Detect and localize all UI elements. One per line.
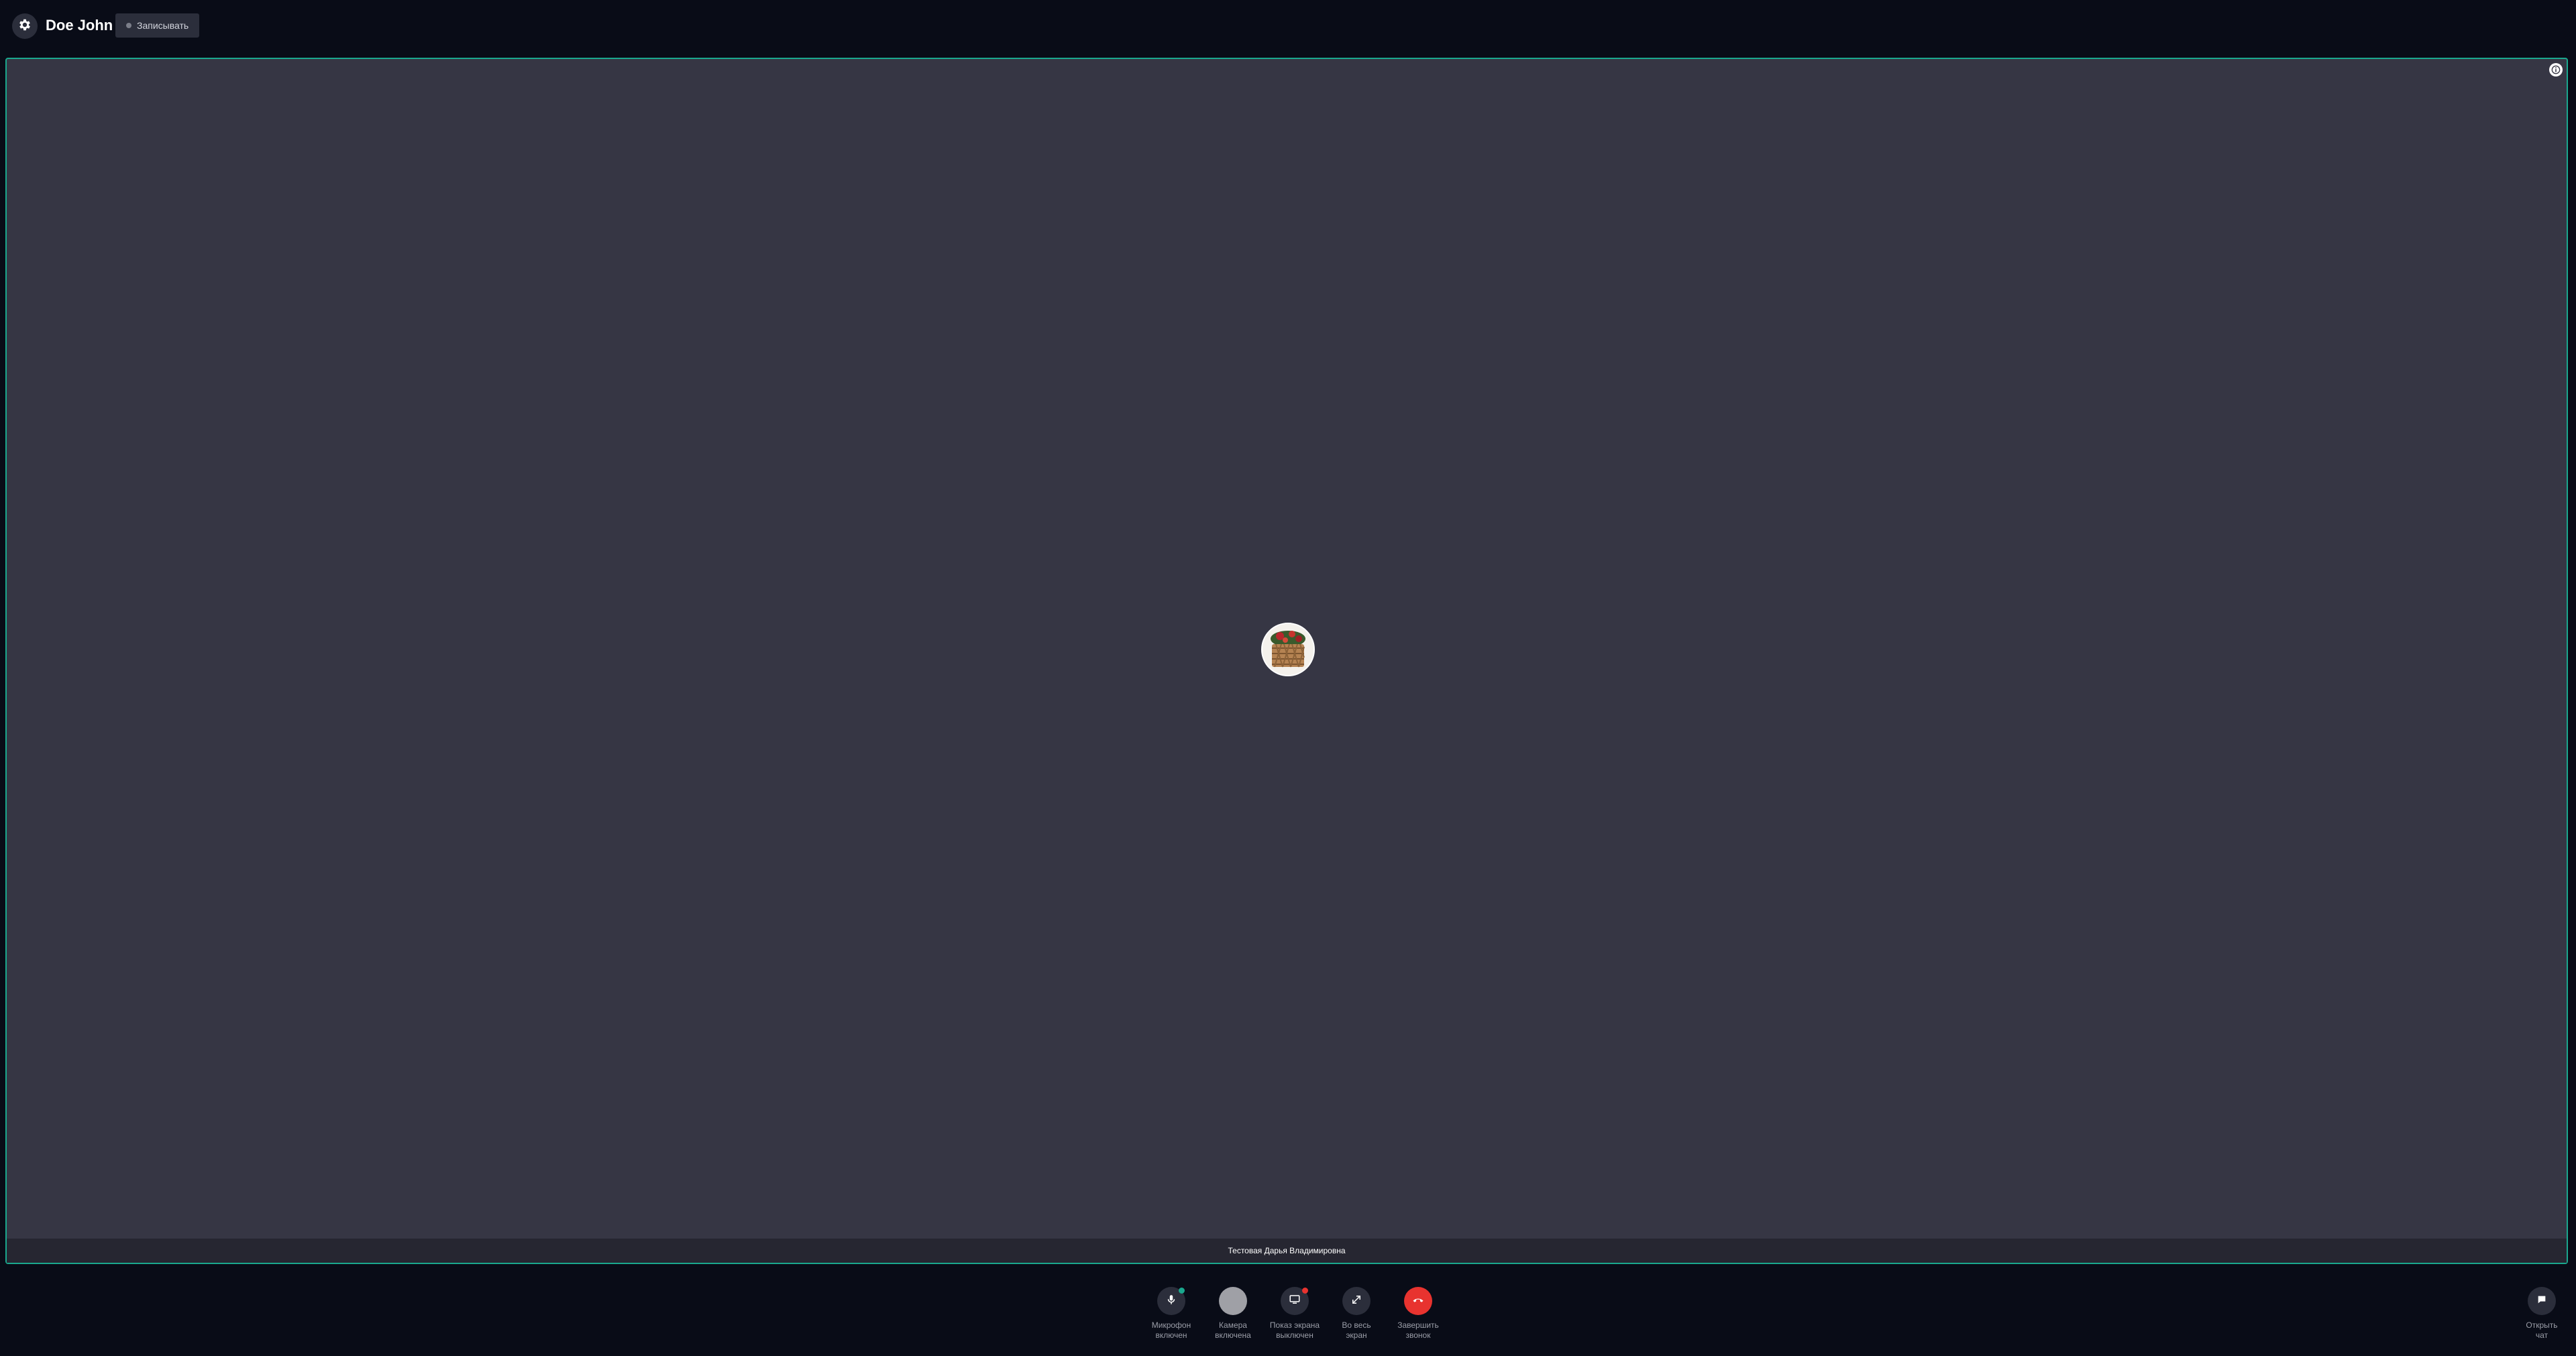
fullscreen-control: Во весь экран [1326, 1287, 1387, 1341]
open-chat-label-line1: Открыть [2526, 1320, 2558, 1330]
top-bar: Doe John Записывать [0, 0, 2576, 54]
mic-label-line1: Микрофон [1151, 1320, 1191, 1330]
open-chat-button[interactable] [2528, 1287, 2556, 1315]
screen-share-icon [1289, 1294, 1301, 1309]
fullscreen-label-line2: экран [1346, 1331, 1367, 1340]
screen-share-control: Показ экрана выключен [1264, 1287, 1326, 1341]
screen-share-label: Показ экрана выключен [1261, 1320, 1328, 1341]
mic-control: Микрофон включен [1140, 1287, 1202, 1341]
participant-name-bar: Тестовая Дарья Владимировна [7, 1239, 2567, 1263]
participant-name: Тестовая Дарья Владимировна [1228, 1246, 1346, 1255]
hang-up-icon [1411, 1293, 1425, 1310]
microphone-icon [1165, 1294, 1177, 1309]
fullscreen-label: Во весь экран [1323, 1320, 1390, 1341]
fullscreen-label-line1: Во весь [1342, 1320, 1371, 1330]
camera-label-line1: Камера [1219, 1320, 1247, 1330]
mic-toggle-button[interactable] [1157, 1287, 1185, 1315]
mic-label-line2: включен [1155, 1331, 1187, 1340]
camera-label: Камера включена [1199, 1320, 1267, 1341]
mic-status-badge [1179, 1288, 1185, 1294]
record-button[interactable]: Записывать [115, 13, 200, 38]
info-icon[interactable] [2549, 63, 2563, 76]
open-chat-label: Открыть чат [2508, 1320, 2575, 1341]
settings-button[interactable] [12, 13, 38, 39]
record-dot-icon [126, 23, 131, 28]
fullscreen-button[interactable] [1342, 1287, 1371, 1315]
hang-up-label: Завершить звонок [1385, 1320, 1452, 1341]
call-controls: Микрофон включен Камера включена Показ э… [1140, 1287, 1449, 1341]
hangup-control: Завершить звонок [1387, 1287, 1449, 1341]
expand-icon [1350, 1294, 1362, 1309]
chat-control: Открыть чат [2513, 1287, 2571, 1341]
video-stage: Тестовая Дарья Владимировна [5, 58, 2568, 1264]
record-label: Записывать [137, 20, 189, 31]
screen-share-label-line1: Показ экрана [1269, 1320, 1320, 1330]
camera-toggle-button[interactable] [1219, 1287, 1247, 1315]
hang-up-label-line2: звонок [1405, 1331, 1431, 1340]
mic-label: Микрофон включен [1138, 1320, 1205, 1341]
camera-control: Камера включена [1202, 1287, 1264, 1341]
user-name: Doe John [46, 17, 113, 34]
open-chat-label-line2: чат [2535, 1331, 2548, 1340]
camera-label-line2: включена [1215, 1331, 1251, 1340]
screen-share-button[interactable] [1281, 1287, 1309, 1315]
chat-icon [2536, 1294, 2547, 1308]
hang-up-label-line1: Завершить [1397, 1320, 1439, 1330]
gear-icon [17, 17, 32, 36]
screen-share-status-badge [1302, 1288, 1308, 1294]
hang-up-button[interactable] [1404, 1287, 1432, 1315]
participant-avatar [1261, 623, 1315, 676]
screen-share-label-line2: выключен [1276, 1331, 1313, 1340]
